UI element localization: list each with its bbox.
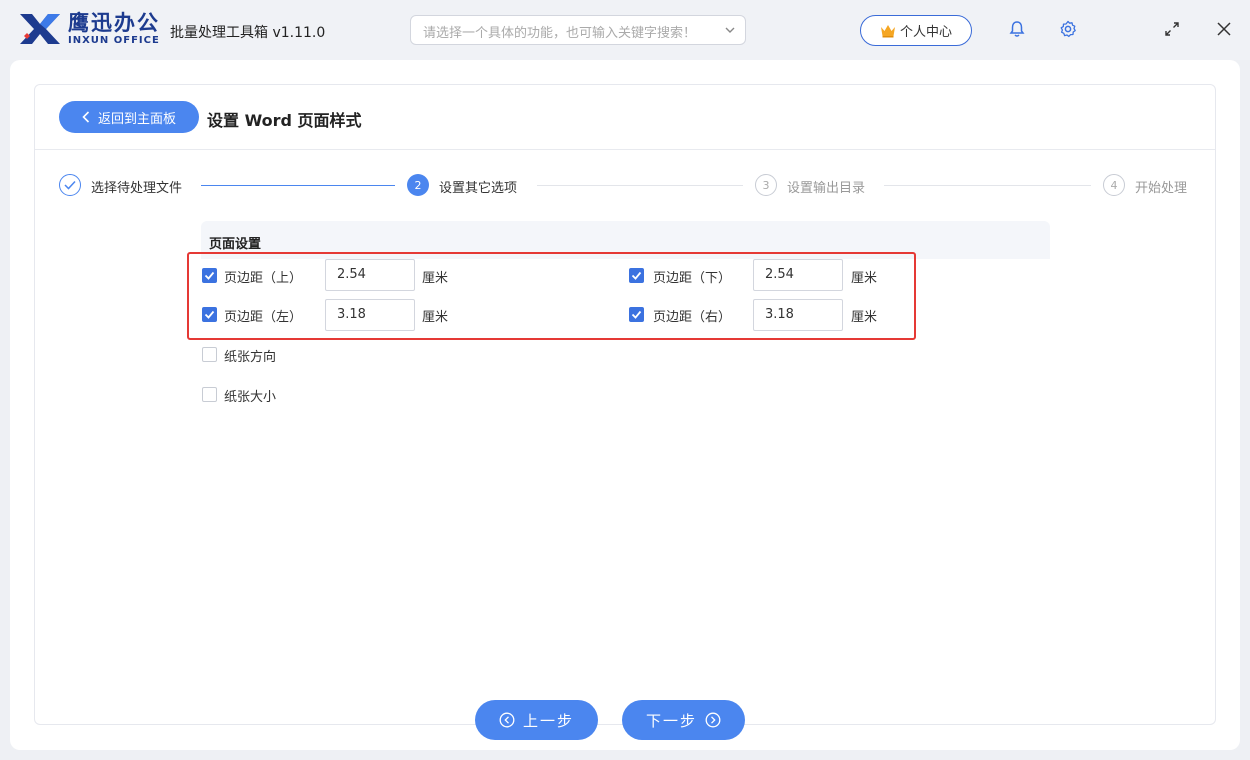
paper-orientation-label: 纸张方向 bbox=[224, 350, 277, 365]
bell-icon[interactable] bbox=[1008, 20, 1026, 38]
user-center-button[interactable]: 个人中心 bbox=[860, 15, 972, 46]
chevron-left-icon bbox=[82, 111, 90, 123]
back-to-main-button[interactable]: 返回到主面板 bbox=[59, 101, 199, 133]
search-placeholder[interactable]: 请选择一个具体的功能，也可输入关键字搜索！ bbox=[423, 22, 696, 41]
section-title: 页面设置 bbox=[209, 237, 262, 252]
gear-icon[interactable] bbox=[1059, 20, 1077, 38]
search-box[interactable]: 请选择一个具体的功能，也可输入关键字搜索！ bbox=[410, 15, 746, 45]
paper-size-checkbox[interactable] bbox=[202, 387, 217, 402]
page-title: 设置 Word 页面样式 bbox=[207, 111, 362, 130]
previous-step-button[interactable]: 上一步 bbox=[475, 700, 598, 740]
step-connector-2 bbox=[537, 185, 743, 186]
user-center-label: 个人中心 bbox=[899, 25, 952, 40]
previous-step-label: 上一步 bbox=[522, 711, 574, 730]
maximize-icon[interactable] bbox=[1163, 20, 1181, 38]
next-step-label: 下一步 bbox=[645, 711, 697, 730]
app-logo-icon bbox=[20, 14, 60, 44]
arrow-right-circle-icon bbox=[705, 712, 721, 728]
next-step-button[interactable]: 下一步 bbox=[622, 700, 745, 740]
step-3-label: 设置输出目录 bbox=[787, 181, 866, 196]
step-connector-3 bbox=[884, 185, 1091, 186]
app-title: 批量处理工具箱 v1.11.0 bbox=[170, 25, 326, 41]
brand: 鹰迅办公 INXUN OFFICE bbox=[68, 11, 160, 47]
arrow-left-circle-icon bbox=[499, 712, 515, 728]
paper-size-label: 纸张大小 bbox=[224, 390, 277, 405]
step-connector-1 bbox=[201, 185, 395, 186]
crown-icon bbox=[880, 24, 895, 37]
step-4-number: 4 bbox=[1103, 174, 1125, 196]
divider bbox=[35, 149, 1215, 150]
title-bar: 鹰迅办公 INXUN OFFICE 批量处理工具箱 v1.11.0 请选择一个具… bbox=[0, 0, 1250, 60]
paper-orientation-checkbox[interactable] bbox=[202, 347, 217, 362]
step-1-label: 选择待处理文件 bbox=[91, 181, 183, 196]
step-1-done-icon bbox=[59, 174, 81, 196]
step-2-number: 2 bbox=[407, 174, 429, 196]
step-3-number: 3 bbox=[755, 174, 777, 196]
check-icon bbox=[64, 180, 76, 190]
brand-name: 鹰迅办公 bbox=[68, 11, 160, 35]
main-card bbox=[34, 84, 1216, 725]
step-2-label: 设置其它选项 bbox=[439, 181, 518, 196]
back-label: 返回到主面板 bbox=[97, 111, 176, 127]
step-4-label: 开始处理 bbox=[1135, 181, 1188, 196]
close-icon[interactable] bbox=[1215, 20, 1233, 38]
highlight-box bbox=[187, 252, 916, 340]
brand-subtitle: INXUN OFFICE bbox=[68, 35, 160, 46]
chevron-down-icon[interactable] bbox=[725, 26, 735, 34]
